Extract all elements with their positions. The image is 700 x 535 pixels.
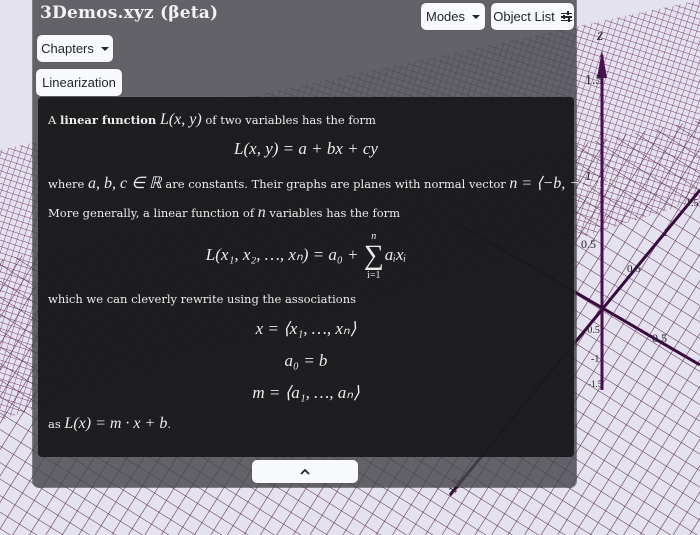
- math-inline: n: [257, 204, 266, 221]
- z-tick-neg-0-5: -0.5: [584, 325, 600, 336]
- equation-linear-2var: L(x, y) = a + bx + cy: [234, 139, 378, 158]
- app-title: 3Demos.xyz (βeta): [40, 3, 219, 23]
- collapse-panel-button[interactable]: [252, 460, 358, 483]
- x-tick-1: 1: [663, 228, 668, 239]
- chapters-dropdown-button[interactable]: Chapters: [37, 35, 113, 62]
- math-inline: a, b, c ∈ ℝ: [88, 175, 162, 192]
- math-inline: L(x) = m · x + b: [64, 415, 168, 432]
- object-list-label: Object List: [493, 9, 555, 24]
- z-tick-0-5: 0.5: [581, 237, 596, 251]
- term-linear-function: linear function: [59, 113, 157, 127]
- x-tick-1-5: 1.5: [686, 198, 699, 209]
- paragraph-result: as L(x) = m · x + b.: [48, 415, 171, 432]
- chapter-content: A linear function L(x, y) of two variabl…: [38, 97, 613, 457]
- equation-x-vector: x = ⟨x₁, …, xₙ⟩: [255, 319, 357, 338]
- caret-down-icon: [100, 46, 109, 51]
- equation-m-vector: m = ⟨a₁, …, aₙ⟩: [252, 383, 360, 402]
- math-inline: L(x, y): [159, 111, 202, 128]
- chapters-label: Chapters: [41, 41, 94, 56]
- caret-down-icon: [472, 14, 481, 19]
- sliders-icon: [560, 11, 572, 22]
- summation-symbol: n ∑ i=1: [363, 231, 384, 281]
- modes-dropdown-button[interactable]: Modes: [421, 3, 485, 30]
- z-tick-neg-1: -1: [591, 354, 599, 365]
- math-inline: n = ⟨−b, −c, 1⟩: [509, 175, 610, 192]
- current-chapter-button[interactable]: Linearization: [36, 69, 122, 96]
- x-tick-0-5: 0.5: [627, 263, 641, 275]
- current-chapter-label: Linearization: [42, 75, 116, 90]
- chevron-up-icon: [300, 468, 310, 475]
- z-tick-neg-1-5: -1.5: [588, 379, 603, 389]
- equation-a0: a₀ = b: [284, 351, 328, 370]
- equation-linear-nvar: L(x₁, x₂, …, xₙ) = a₀ + n ∑ i=1 aᵢxᵢ: [205, 231, 407, 281]
- z-axis-label: z: [596, 27, 604, 44]
- z-tick-1-5: 1.5: [585, 73, 603, 88]
- paragraph-linear-function: A linear function L(x, y) of two variabl…: [48, 111, 376, 128]
- modes-label: Modes: [425, 9, 466, 24]
- paragraph-associations: which we can cleverly rewrite using the …: [48, 292, 357, 306]
- y-tick-0-5: 0.5: [652, 331, 667, 345]
- paragraph-constants: where a, b, c ∈ ℝ are constants. Their g…: [48, 175, 614, 192]
- paragraph-n-variables: More generally, a linear function of n v…: [48, 204, 401, 221]
- object-list-button[interactable]: Object List: [491, 3, 574, 30]
